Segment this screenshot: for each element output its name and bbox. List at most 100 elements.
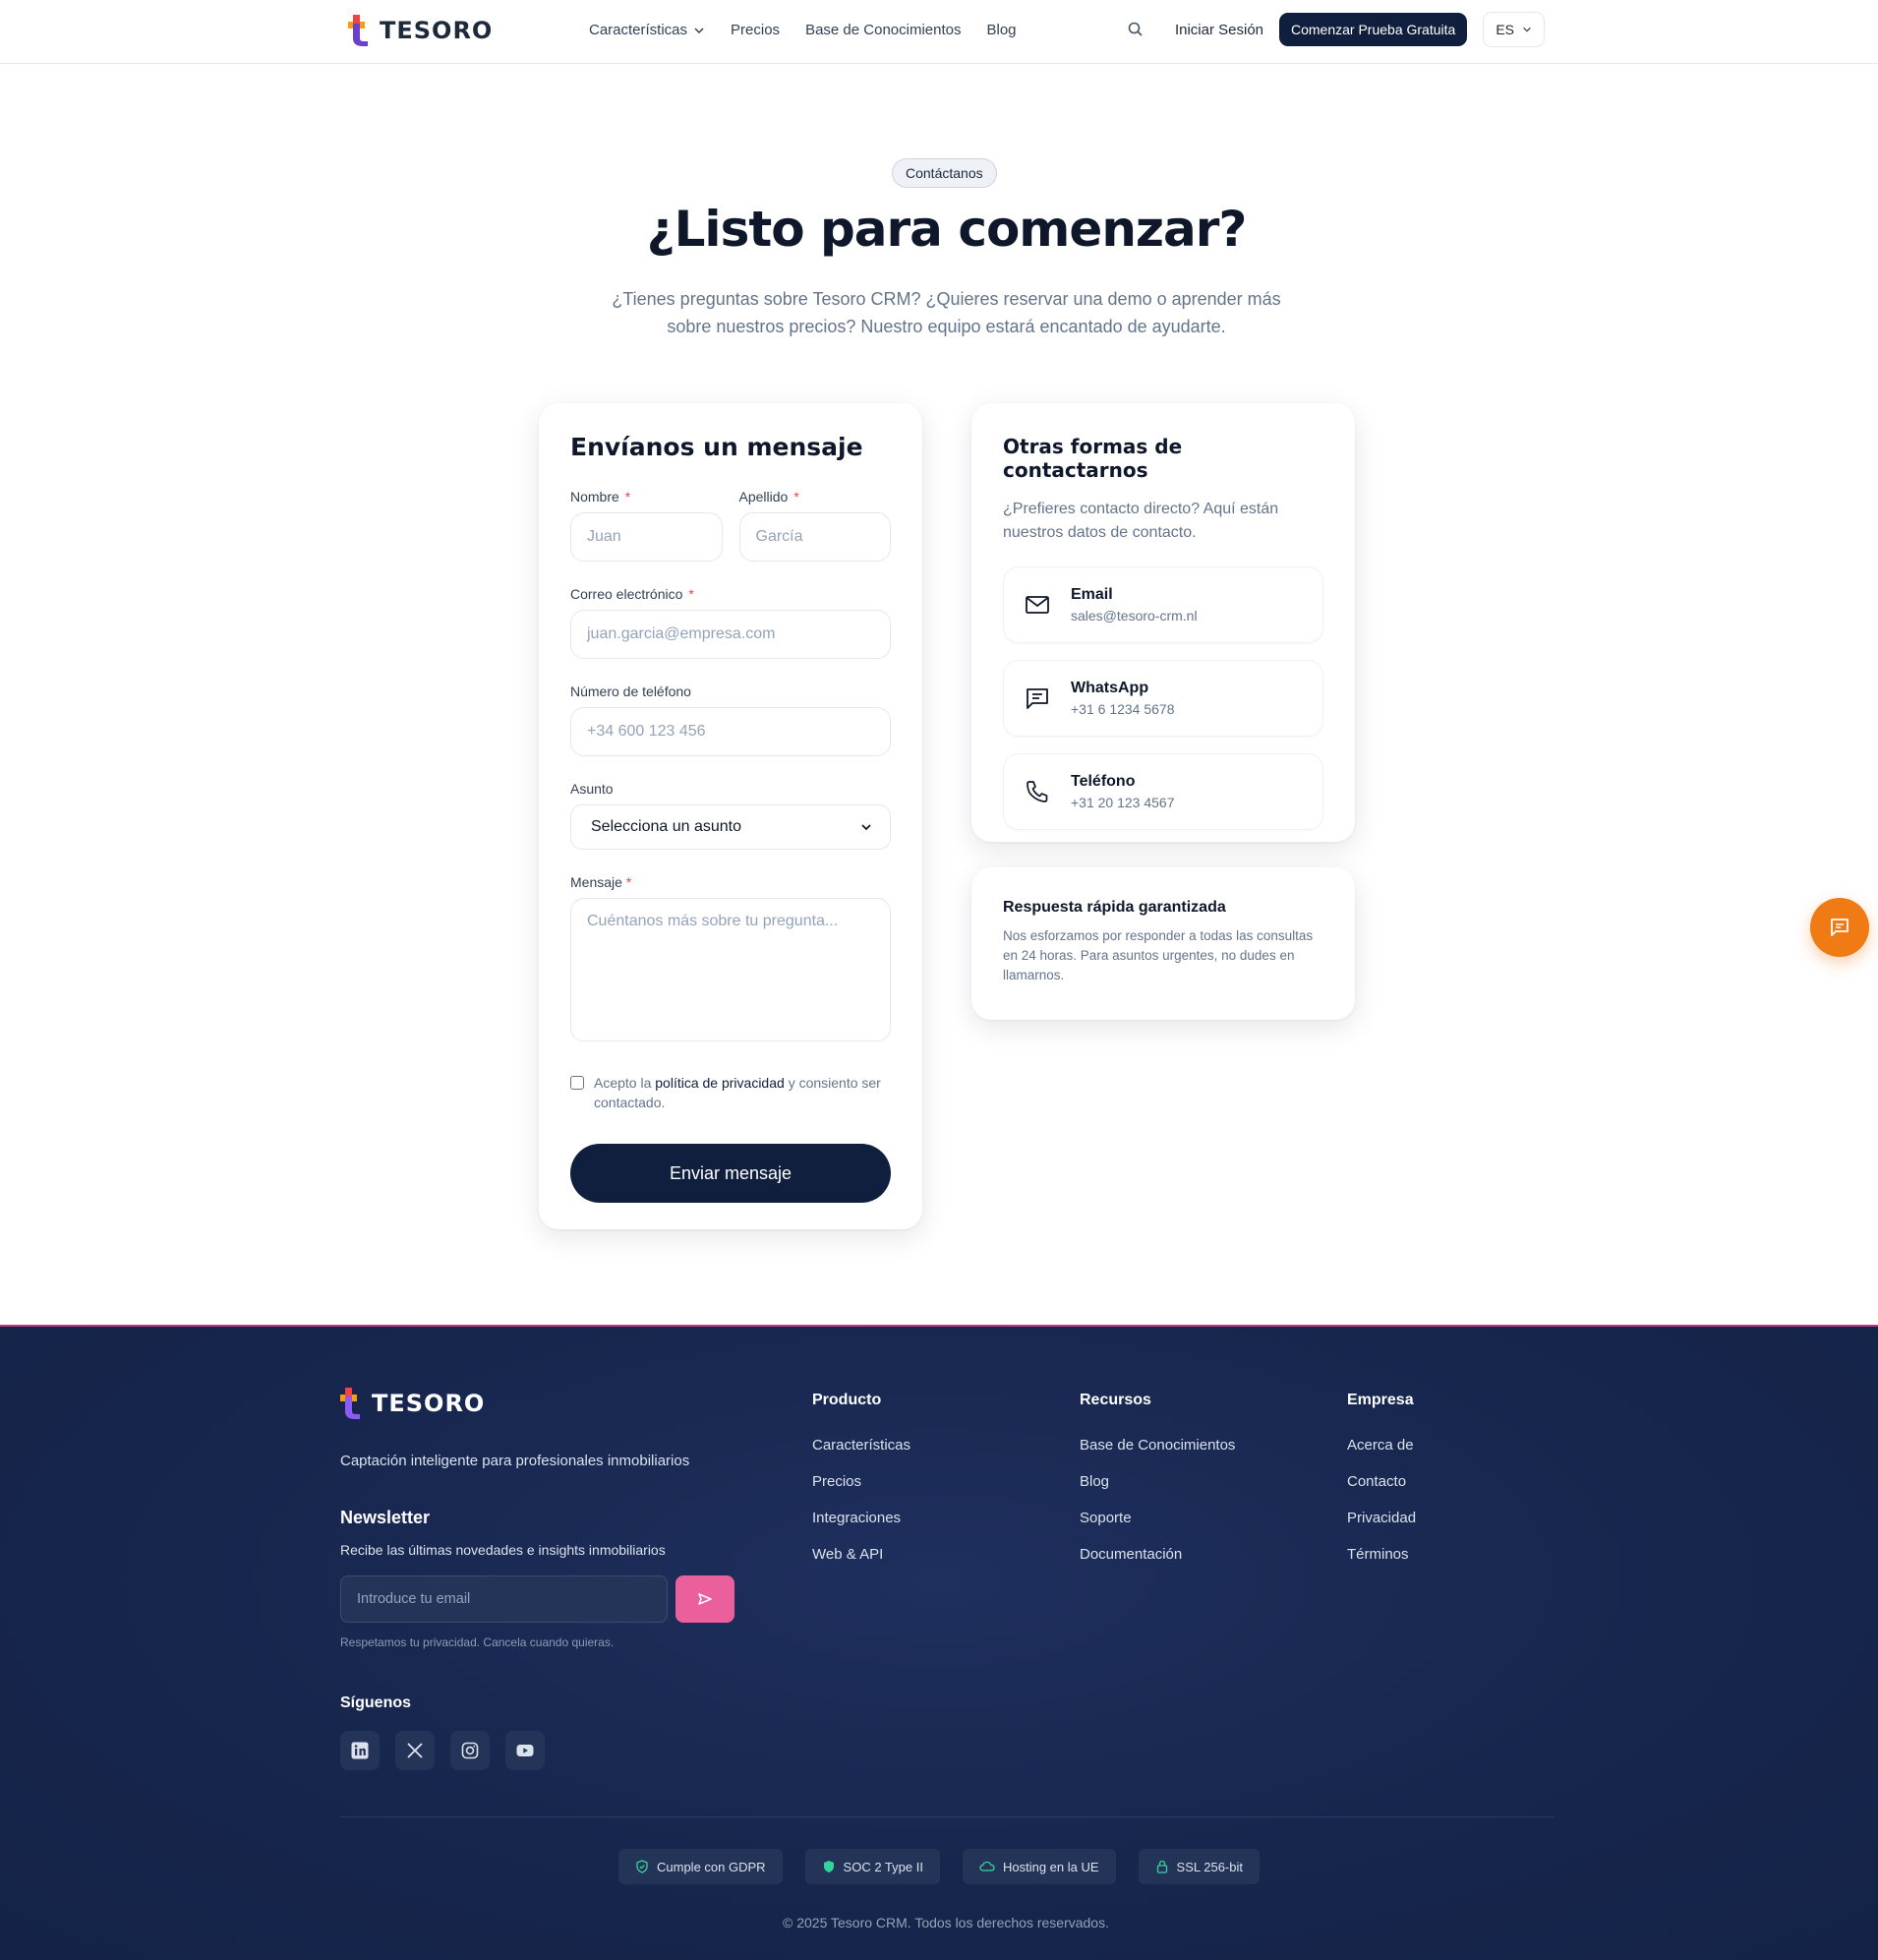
footer-link[interactable]: Documentación — [1080, 1546, 1235, 1563]
footer-column-product: Producto Características Precios Integra… — [812, 1392, 910, 1582]
footer-link[interactable]: Web & API — [812, 1546, 910, 1563]
login-link[interactable]: Iniciar Sesión — [1175, 22, 1263, 38]
email-field[interactable]: juan.garcia@empresa.com — [570, 610, 891, 659]
footer-link[interactable]: Acerca de — [1347, 1437, 1416, 1454]
footer-column-title: Empresa — [1347, 1392, 1414, 1408]
badge-eu-hosting: Hosting en la UE — [962, 1849, 1116, 1884]
footer-column-company: Empresa Acerca de Contacto Privacidad Té… — [1347, 1392, 1416, 1582]
footer-column-title: Producto — [812, 1392, 882, 1408]
quick-response-card: Respuesta rápida garantizada Nos esforza… — [971, 867, 1355, 1020]
newsletter-privacy-note: Respetamos tu privacidad. Cancela cuando… — [340, 1635, 615, 1649]
first-name-label: Nombre * — [570, 489, 631, 505]
privacy-policy-link[interactable]: política de privacidad — [655, 1075, 785, 1091]
chat-bubble-icon — [1831, 919, 1849, 936]
footer-link[interactable]: Blog — [1080, 1473, 1235, 1490]
chevron-down-icon — [1523, 27, 1531, 32]
follow-us-title: Síguenos — [340, 1694, 412, 1711]
first-name-input[interactable]: Juan — [570, 512, 723, 562]
chevron-down-icon — [861, 824, 871, 831]
send-icon — [698, 1593, 712, 1605]
nav-link-blog[interactable]: Blog — [987, 22, 1017, 38]
start-trial-button[interactable]: Comenzar Prueba Gratuita — [1279, 13, 1468, 46]
contact-item-whatsapp[interactable]: WhatsApp +31 6 1234 5678 — [1003, 660, 1323, 737]
message-textarea[interactable]: Cuéntanos más sobre tu pregunta... — [570, 898, 891, 1041]
linkedin-icon[interactable] — [340, 1731, 380, 1770]
nav-link-label: Características — [589, 22, 688, 38]
footer-tagline: Captación inteligente para profesionales… — [340, 1453, 690, 1469]
send-message-button[interactable]: Enviar mensaje — [570, 1144, 891, 1203]
nav-link-features[interactable]: Características — [589, 22, 705, 38]
brand-logo[interactable]: TESORO — [348, 15, 493, 46]
page-title: ¿Listo para comenzar? — [646, 201, 1248, 258]
newsletter-submit-button[interactable] — [675, 1575, 734, 1623]
badge-label: Hosting en la UE — [1002, 1859, 1099, 1874]
contact-item-title: Email — [1071, 586, 1113, 603]
chat-widget-button[interactable] — [1810, 898, 1869, 957]
quick-response-text: Nos esforzamos por responder a todas las… — [1003, 928, 1314, 982]
top-navbar: TESORO Características Precios Base de C… — [0, 0, 1878, 64]
nav-link-pricing[interactable]: Precios — [731, 22, 780, 38]
search-icon[interactable] — [1126, 20, 1145, 39]
contact-item-value: +31 6 1234 5678 — [1071, 701, 1175, 717]
badge-label: Cumple con GDPR — [657, 1859, 766, 1874]
newsletter-title: Newsletter — [340, 1508, 431, 1527]
contact-badge: Contáctanos — [892, 158, 997, 188]
phone-field[interactable]: +34 600 123 456 — [570, 707, 891, 756]
tesoro-logo-icon — [348, 15, 368, 46]
footer-link[interactable]: Privacidad — [1347, 1510, 1416, 1526]
youtube-icon[interactable] — [505, 1731, 545, 1770]
contact-item-title: WhatsApp — [1071, 680, 1149, 696]
nav-link-knowledge-base[interactable]: Base de Conocimientos — [805, 22, 961, 38]
contact-form-card: Envíanos un mensaje Nombre * Juan Apellid… — [539, 403, 922, 1229]
privacy-checkbox[interactable] — [570, 1076, 584, 1090]
cloud-icon — [979, 1861, 995, 1871]
subject-select[interactable]: Selecciona un asunto — [570, 804, 891, 850]
instagram-icon[interactable] — [450, 1731, 490, 1770]
compliance-badges: Cumple con GDPR SOC 2 Type II Hosting en… — [0, 1849, 1878, 1884]
contact-methods-subtitle: ¿Prefieres contacto directo? Aquí están … — [1003, 501, 1279, 541]
subject-select-value: Selecciona un asunto — [591, 818, 741, 835]
form-title: Envíanos un mensaje — [570, 433, 863, 461]
lock-icon — [1156, 1860, 1167, 1873]
last-name-input[interactable]: García — [738, 512, 891, 562]
footer-column-title: Recursos — [1080, 1392, 1151, 1408]
badge-soc2: SOC 2 Type II — [804, 1849, 940, 1884]
footer-brand-name: TESORO — [372, 1390, 486, 1417]
badge-label: SSL 256-bit — [1176, 1859, 1243, 1874]
badge-label: SOC 2 Type II — [843, 1859, 923, 1874]
footer-link[interactable]: Integraciones — [812, 1510, 910, 1526]
main-nav: Características Precios Base de Conocimi… — [589, 22, 1017, 38]
footer-link[interactable]: Contacto — [1347, 1473, 1416, 1490]
quick-response-title: Respuesta rápida garantizada — [1003, 899, 1226, 916]
site-footer: TESORO Captación inteligente para profes… — [0, 1325, 1878, 1960]
language-label: ES — [1496, 22, 1514, 37]
footer-link[interactable]: Soporte — [1080, 1510, 1235, 1526]
mail-icon — [1026, 596, 1049, 614]
footer-link[interactable]: Características — [812, 1437, 910, 1454]
badge-ssl: SSL 256-bit — [1138, 1849, 1260, 1884]
shield-check-icon — [636, 1860, 648, 1873]
newsletter-email-input[interactable]: Introduce tu email — [340, 1575, 668, 1623]
footer-link[interactable]: Base de Conocimientos — [1080, 1437, 1235, 1454]
phone-label: Número de teléfono — [570, 683, 691, 699]
x-twitter-icon[interactable] — [395, 1731, 435, 1770]
page-subtitle: ¿Tienes preguntas sobre Tesoro CRM? ¿Qui… — [612, 289, 1281, 336]
footer-logo[interactable]: TESORO — [340, 1388, 485, 1419]
last-name-label: Apellido * — [738, 489, 799, 505]
consent-text: Acepto la política de privacidad y consi… — [594, 1075, 881, 1110]
footer-divider — [340, 1816, 1554, 1817]
badge-gdpr: Cumple con GDPR — [618, 1849, 783, 1884]
email-label: Correo electrónico * — [570, 586, 694, 602]
footer-link[interactable]: Precios — [812, 1473, 910, 1490]
contact-item-title: Teléfono — [1071, 773, 1136, 790]
language-selector[interactable]: ES — [1483, 12, 1545, 47]
contact-methods-card: Otras formas de contactarnos ¿Prefieres … — [971, 403, 1355, 842]
social-links — [340, 1731, 545, 1770]
subject-label: Asunto — [570, 781, 614, 797]
footer-link[interactable]: Términos — [1347, 1546, 1416, 1563]
contact-item-phone[interactable]: Teléfono +31 20 123 4567 — [1003, 753, 1323, 830]
chat-icon — [1027, 688, 1048, 709]
contact-item-email[interactable]: Email sales@tesoro-crm.nl — [1003, 566, 1323, 643]
footer-column-resources: Recursos Base de Conocimientos Blog Sopo… — [1080, 1392, 1235, 1582]
nav-actions: Iniciar Sesión Comenzar Prueba Gratuita … — [1126, 12, 1545, 47]
